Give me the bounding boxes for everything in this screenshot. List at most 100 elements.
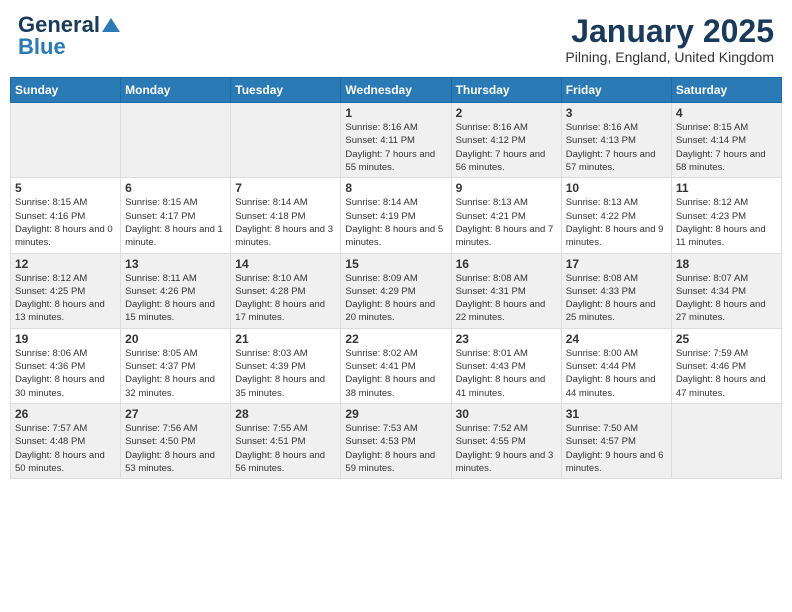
calendar-cell: 12Sunrise: 8:12 AM Sunset: 4:25 PM Dayli…: [11, 253, 121, 328]
location-title: Pilning, England, United Kingdom: [565, 49, 774, 65]
month-title: January 2025: [565, 14, 774, 49]
day-info: Sunrise: 8:16 AM Sunset: 4:13 PM Dayligh…: [566, 121, 667, 174]
day-number: 15: [345, 257, 446, 271]
weekday-header: Sunday: [11, 78, 121, 103]
day-number: 6: [125, 181, 226, 195]
day-info: Sunrise: 8:14 AM Sunset: 4:19 PM Dayligh…: [345, 196, 446, 249]
day-info: Sunrise: 8:02 AM Sunset: 4:41 PM Dayligh…: [345, 347, 446, 400]
day-info: Sunrise: 7:50 AM Sunset: 4:57 PM Dayligh…: [566, 422, 667, 475]
calendar-cell: 5Sunrise: 8:15 AM Sunset: 4:16 PM Daylig…: [11, 178, 121, 253]
day-number: 25: [676, 332, 777, 346]
day-number: 22: [345, 332, 446, 346]
calendar-week-row: 26Sunrise: 7:57 AM Sunset: 4:48 PM Dayli…: [11, 403, 782, 478]
weekday-header: Monday: [121, 78, 231, 103]
day-info: Sunrise: 7:55 AM Sunset: 4:51 PM Dayligh…: [235, 422, 336, 475]
calendar-week-row: 12Sunrise: 8:12 AM Sunset: 4:25 PM Dayli…: [11, 253, 782, 328]
weekday-header: Tuesday: [231, 78, 341, 103]
calendar-cell: 7Sunrise: 8:14 AM Sunset: 4:18 PM Daylig…: [231, 178, 341, 253]
weekday-header: Wednesday: [341, 78, 451, 103]
day-number: 9: [456, 181, 557, 195]
calendar-cell: 29Sunrise: 7:53 AM Sunset: 4:53 PM Dayli…: [341, 403, 451, 478]
day-number: 12: [15, 257, 116, 271]
day-info: Sunrise: 8:13 AM Sunset: 4:21 PM Dayligh…: [456, 196, 557, 249]
weekday-header-row: SundayMondayTuesdayWednesdayThursdayFrid…: [11, 78, 782, 103]
day-number: 1: [345, 106, 446, 120]
day-info: Sunrise: 7:56 AM Sunset: 4:50 PM Dayligh…: [125, 422, 226, 475]
day-number: 5: [15, 181, 116, 195]
day-number: 2: [456, 106, 557, 120]
calendar-cell: 19Sunrise: 8:06 AM Sunset: 4:36 PM Dayli…: [11, 328, 121, 403]
calendar-cell: 18Sunrise: 8:07 AM Sunset: 4:34 PM Dayli…: [671, 253, 781, 328]
weekday-header: Thursday: [451, 78, 561, 103]
day-info: Sunrise: 8:15 AM Sunset: 4:16 PM Dayligh…: [15, 196, 116, 249]
day-number: 27: [125, 407, 226, 421]
calendar-cell: [121, 103, 231, 178]
calendar-cell: 15Sunrise: 8:09 AM Sunset: 4:29 PM Dayli…: [341, 253, 451, 328]
calendar-cell: 27Sunrise: 7:56 AM Sunset: 4:50 PM Dayli…: [121, 403, 231, 478]
day-number: 11: [676, 181, 777, 195]
calendar-cell: [671, 403, 781, 478]
calendar-cell: 22Sunrise: 8:02 AM Sunset: 4:41 PM Dayli…: [341, 328, 451, 403]
day-info: Sunrise: 8:16 AM Sunset: 4:11 PM Dayligh…: [345, 121, 446, 174]
day-info: Sunrise: 8:00 AM Sunset: 4:44 PM Dayligh…: [566, 347, 667, 400]
calendar-week-row: 19Sunrise: 8:06 AM Sunset: 4:36 PM Dayli…: [11, 328, 782, 403]
day-number: 29: [345, 407, 446, 421]
logo: General Blue: [18, 14, 120, 58]
day-info: Sunrise: 8:13 AM Sunset: 4:22 PM Dayligh…: [566, 196, 667, 249]
day-info: Sunrise: 8:09 AM Sunset: 4:29 PM Dayligh…: [345, 272, 446, 325]
day-info: Sunrise: 8:11 AM Sunset: 4:26 PM Dayligh…: [125, 272, 226, 325]
day-info: Sunrise: 8:16 AM Sunset: 4:12 PM Dayligh…: [456, 121, 557, 174]
day-info: Sunrise: 8:12 AM Sunset: 4:23 PM Dayligh…: [676, 196, 777, 249]
calendar-week-row: 1Sunrise: 8:16 AM Sunset: 4:11 PM Daylig…: [11, 103, 782, 178]
day-number: 7: [235, 181, 336, 195]
day-number: 14: [235, 257, 336, 271]
calendar-cell: 30Sunrise: 7:52 AM Sunset: 4:55 PM Dayli…: [451, 403, 561, 478]
calendar-table: SundayMondayTuesdayWednesdayThursdayFrid…: [10, 77, 782, 479]
calendar-cell: 14Sunrise: 8:10 AM Sunset: 4:28 PM Dayli…: [231, 253, 341, 328]
day-info: Sunrise: 7:53 AM Sunset: 4:53 PM Dayligh…: [345, 422, 446, 475]
calendar-cell: [11, 103, 121, 178]
calendar-cell: 25Sunrise: 7:59 AM Sunset: 4:46 PM Dayli…: [671, 328, 781, 403]
calendar-cell: 6Sunrise: 8:15 AM Sunset: 4:17 PM Daylig…: [121, 178, 231, 253]
day-info: Sunrise: 8:15 AM Sunset: 4:14 PM Dayligh…: [676, 121, 777, 174]
calendar-cell: 10Sunrise: 8:13 AM Sunset: 4:22 PM Dayli…: [561, 178, 671, 253]
day-number: 19: [15, 332, 116, 346]
calendar-cell: 3Sunrise: 8:16 AM Sunset: 4:13 PM Daylig…: [561, 103, 671, 178]
day-number: 18: [676, 257, 777, 271]
calendar-cell: 8Sunrise: 8:14 AM Sunset: 4:19 PM Daylig…: [341, 178, 451, 253]
calendar-cell: 1Sunrise: 8:16 AM Sunset: 4:11 PM Daylig…: [341, 103, 451, 178]
day-number: 3: [566, 106, 667, 120]
day-number: 24: [566, 332, 667, 346]
day-info: Sunrise: 7:57 AM Sunset: 4:48 PM Dayligh…: [15, 422, 116, 475]
day-number: 20: [125, 332, 226, 346]
day-number: 17: [566, 257, 667, 271]
calendar-cell: 13Sunrise: 8:11 AM Sunset: 4:26 PM Dayli…: [121, 253, 231, 328]
day-number: 4: [676, 106, 777, 120]
day-info: Sunrise: 8:10 AM Sunset: 4:28 PM Dayligh…: [235, 272, 336, 325]
day-number: 13: [125, 257, 226, 271]
calendar-cell: 31Sunrise: 7:50 AM Sunset: 4:57 PM Dayli…: [561, 403, 671, 478]
calendar-cell: 28Sunrise: 7:55 AM Sunset: 4:51 PM Dayli…: [231, 403, 341, 478]
weekday-header: Saturday: [671, 78, 781, 103]
day-info: Sunrise: 8:08 AM Sunset: 4:31 PM Dayligh…: [456, 272, 557, 325]
day-info: Sunrise: 8:06 AM Sunset: 4:36 PM Dayligh…: [15, 347, 116, 400]
day-number: 28: [235, 407, 336, 421]
day-info: Sunrise: 8:08 AM Sunset: 4:33 PM Dayligh…: [566, 272, 667, 325]
day-number: 10: [566, 181, 667, 195]
calendar-cell: 9Sunrise: 8:13 AM Sunset: 4:21 PM Daylig…: [451, 178, 561, 253]
calendar-cell: 17Sunrise: 8:08 AM Sunset: 4:33 PM Dayli…: [561, 253, 671, 328]
calendar-cell: 23Sunrise: 8:01 AM Sunset: 4:43 PM Dayli…: [451, 328, 561, 403]
calendar-cell: 11Sunrise: 8:12 AM Sunset: 4:23 PM Dayli…: [671, 178, 781, 253]
calendar-cell: 20Sunrise: 8:05 AM Sunset: 4:37 PM Dayli…: [121, 328, 231, 403]
day-info: Sunrise: 8:14 AM Sunset: 4:18 PM Dayligh…: [235, 196, 336, 249]
day-number: 26: [15, 407, 116, 421]
day-info: Sunrise: 7:59 AM Sunset: 4:46 PM Dayligh…: [676, 347, 777, 400]
day-info: Sunrise: 8:05 AM Sunset: 4:37 PM Dayligh…: [125, 347, 226, 400]
day-info: Sunrise: 8:03 AM Sunset: 4:39 PM Dayligh…: [235, 347, 336, 400]
calendar-cell: 21Sunrise: 8:03 AM Sunset: 4:39 PM Dayli…: [231, 328, 341, 403]
calendar-week-row: 5Sunrise: 8:15 AM Sunset: 4:16 PM Daylig…: [11, 178, 782, 253]
logo-icon: [102, 16, 120, 34]
calendar-cell: 2Sunrise: 8:16 AM Sunset: 4:12 PM Daylig…: [451, 103, 561, 178]
day-number: 8: [345, 181, 446, 195]
calendar-cell: 4Sunrise: 8:15 AM Sunset: 4:14 PM Daylig…: [671, 103, 781, 178]
